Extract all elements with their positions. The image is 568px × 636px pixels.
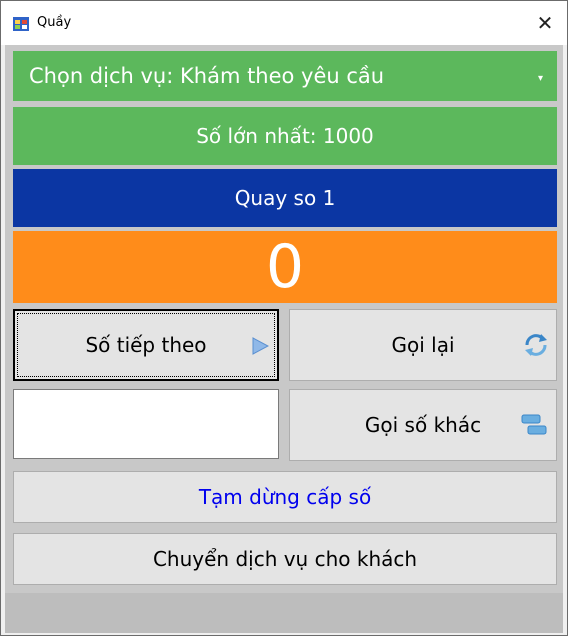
play-icon: [252, 337, 269, 355]
main-window: Quầy ✕ Chọn dịch vụ: Khám theo yêu cầu ▾…: [0, 0, 568, 636]
max-number-panel: Số lớn nhất: 1000: [13, 107, 557, 165]
title-bar: Quầy ✕: [1, 1, 567, 45]
recall-button[interactable]: Gọi lại: [289, 309, 557, 381]
close-button[interactable]: ✕: [523, 1, 567, 45]
number-input[interactable]: [13, 389, 279, 459]
recall-label: Gọi lại: [391, 333, 455, 357]
counter-panel: Quay so 1: [13, 169, 557, 227]
transfer-service-button[interactable]: Chuyển dịch vụ cho khách: [13, 533, 557, 585]
chevron-down-icon: ▾: [537, 73, 543, 84]
next-number-button[interactable]: Số tiếp theo: [13, 309, 279, 381]
next-number-label: Số tiếp theo: [85, 333, 207, 357]
content-area: Chọn dịch vụ: Khám theo yêu cầu ▾ Số lớn…: [5, 45, 563, 633]
service-select[interactable]: Chọn dịch vụ: Khám theo yêu cầu ▾: [13, 51, 557, 101]
pause-issuing-label: Tạm dừng cấp số: [198, 485, 372, 509]
window-title: Quầy: [37, 15, 72, 30]
counter-label: Quay so 1: [234, 186, 336, 210]
max-number-label: Số lớn nhất: 1000: [196, 124, 374, 148]
call-other-button[interactable]: Gọi số khác: [289, 389, 557, 461]
stack-icon: [521, 414, 547, 435]
transfer-service-label: Chuyển dịch vụ cho khách: [152, 547, 418, 571]
current-number-display: 0: [13, 231, 557, 303]
status-bar: [5, 593, 563, 633]
pause-issuing-button[interactable]: Tạm dừng cấp số: [13, 471, 557, 523]
current-number: 0: [265, 232, 305, 302]
refresh-icon: [525, 334, 547, 356]
call-other-label: Gọi số khác: [364, 413, 482, 437]
app-icon: [13, 17, 29, 31]
close-icon: ✕: [536, 11, 554, 35]
service-select-label: Chọn dịch vụ: Khám theo yêu cầu: [29, 64, 385, 88]
next-number-focus-frame: Số tiếp theo: [17, 313, 275, 377]
